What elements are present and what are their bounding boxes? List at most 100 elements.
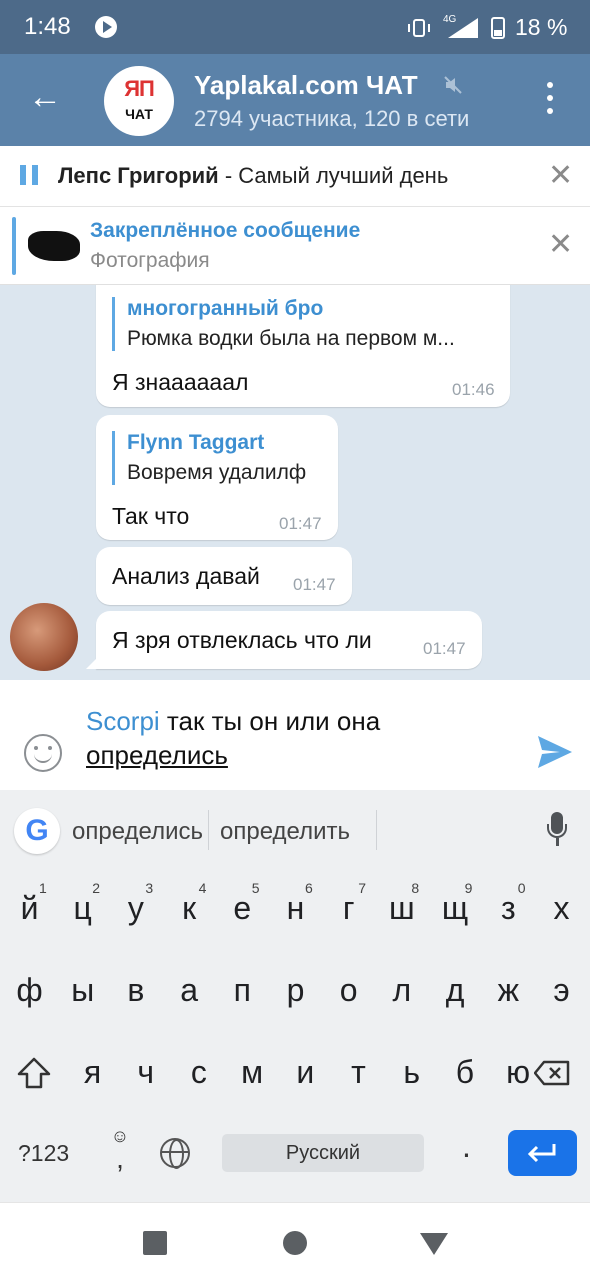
key[interactable]: д <box>429 952 482 1034</box>
key-char: щ <box>441 890 469 926</box>
key[interactable]: ю <box>492 1034 545 1116</box>
key[interactable]: ш8 <box>375 870 428 952</box>
bubble-tail <box>86 655 100 669</box>
mention-text: Scorpi <box>86 706 160 736</box>
key[interactable]: н6 <box>269 870 322 952</box>
key[interactable]: г7 <box>322 870 375 952</box>
close-player-icon[interactable]: ✕ <box>548 158 573 193</box>
reply-quote[interactable]: многогранный бро Рюмка водки была на пер… <box>112 297 455 351</box>
google-logo-icon[interactable]: G <box>14 808 60 854</box>
pause-icon[interactable] <box>20 165 38 185</box>
comma-key[interactable]: ☺ , <box>108 1126 132 1186</box>
key-char: и <box>296 1054 315 1090</box>
key[interactable]: в <box>109 952 162 1034</box>
key[interactable]: п <box>216 952 269 1034</box>
key-char: я <box>83 1054 102 1090</box>
media-playing-icon <box>95 16 117 38</box>
message-text: Анализ давай <box>112 563 260 589</box>
key-hint-number: 2 <box>92 880 100 896</box>
space-key[interactable]: Русский <box>222 1134 424 1172</box>
key[interactable]: у3 <box>109 870 162 952</box>
key[interactable]: а <box>163 952 216 1034</box>
key[interactable]: р <box>269 952 322 1034</box>
suggestion-1[interactable]: определись <box>72 818 203 846</box>
message-bubble[interactable]: Анализ давай 01:47 <box>96 547 352 605</box>
send-icon[interactable] <box>538 736 572 768</box>
chat-messages-area[interactable]: многогранный бро Рюмка водки была на пер… <box>0 285 590 680</box>
shift-icon[interactable] <box>16 1056 52 1090</box>
key-char: к <box>182 890 197 926</box>
globe-icon[interactable] <box>160 1138 190 1169</box>
key[interactable]: к4 <box>163 870 216 952</box>
back-nav-icon[interactable] <box>420 1233 448 1255</box>
pinned-message-bar[interactable]: Закреплённое сообщение Фотография ✕ <box>0 207 590 285</box>
comma-char: , <box>116 1143 124 1174</box>
divider <box>208 810 209 850</box>
music-player-bar[interactable]: Лепс Григорий - Самый лучший день ✕ <box>0 146 590 207</box>
key-hint-number: 0 <box>517 880 526 896</box>
suggestion-2[interactable]: определить <box>220 818 350 846</box>
message-bubble[interactable]: многогранный бро Рюмка водки была на пер… <box>96 285 510 407</box>
key-char: д <box>445 972 465 1008</box>
chat-avatar[interactable]: ЯП ЧАТ <box>104 66 174 136</box>
message-input-line1[interactable]: Scorpi так ты он или она <box>86 706 380 737</box>
enter-key[interactable] <box>508 1130 577 1176</box>
key-char: а <box>180 972 198 1008</box>
key[interactable]: й1 <box>3 870 56 952</box>
key-char: ш <box>389 890 415 926</box>
key[interactable]: о <box>322 952 375 1034</box>
pinned-accent-bar <box>12 217 16 275</box>
microphone-icon[interactable] <box>546 812 568 848</box>
period-key[interactable]: . <box>462 1128 471 1165</box>
keyboard-row-4: ?123 ☺ , Русский . <box>0 1116 590 1198</box>
key[interactable]: ч <box>119 1034 172 1116</box>
message-time: 01:47 <box>293 575 336 594</box>
key[interactable]: ь <box>385 1034 438 1116</box>
battery-percent: 18 % <box>515 14 568 40</box>
key-char: р <box>286 972 305 1008</box>
key-hint-number: 6 <box>305 880 313 896</box>
reply-author: многогранный бро <box>127 297 324 320</box>
message-input-line2[interactable]: определись <box>86 740 228 771</box>
key-char: е <box>233 890 252 926</box>
key-hint-number: 8 <box>411 880 420 896</box>
key[interactable]: ц2 <box>56 870 109 952</box>
key[interactable]: ф <box>3 952 56 1034</box>
sender-avatar[interactable] <box>10 603 78 671</box>
symbols-key[interactable]: ?123 <box>18 1140 69 1167</box>
track-separator: - <box>218 163 239 188</box>
key[interactable]: и <box>279 1034 332 1116</box>
emoji-icon[interactable] <box>24 734 62 772</box>
message-composer[interactable]: Scorpi так ты он или она определись <box>0 680 590 790</box>
back-arrow-icon[interactable]: ← <box>28 80 62 114</box>
close-pinned-icon[interactable]: ✕ <box>548 227 573 262</box>
key[interactable]: с <box>172 1034 225 1116</box>
key[interactable]: б <box>438 1034 491 1116</box>
key[interactable]: т <box>332 1034 385 1116</box>
key-hint-number: 1 <box>39 880 47 896</box>
message-bubble[interactable]: Я зря отвлеклась что ли 01:47 <box>96 611 482 669</box>
key[interactable]: л <box>375 952 428 1034</box>
reply-quote[interactable]: Flynn Taggart Вовремя удалилф <box>112 431 306 485</box>
chat-title[interactable]: Yaplakal.com ЧАТ <box>194 70 418 101</box>
home-icon[interactable] <box>283 1231 307 1255</box>
more-options-icon[interactable] <box>538 82 562 118</box>
key[interactable]: э <box>535 952 588 1034</box>
key[interactable]: ы <box>56 952 109 1034</box>
key-hint-number: 4 <box>198 880 207 896</box>
key[interactable]: х <box>535 870 588 952</box>
key[interactable]: ж <box>482 952 535 1034</box>
message-bubble[interactable]: Flynn Taggart Вовремя удалилф Так что 01… <box>96 415 338 540</box>
on-screen-keyboard[interactable]: G определись определить й1ц2у3к4е5н6г7ш8… <box>0 790 590 1202</box>
key[interactable]: м <box>226 1034 279 1116</box>
key[interactable]: з0 <box>482 870 535 952</box>
now-playing-track[interactable]: Лепс Григорий - Самый лучший день <box>58 163 448 189</box>
recents-icon[interactable] <box>143 1231 167 1255</box>
key[interactable]: е5 <box>216 870 269 952</box>
key[interactable]: я <box>66 1034 119 1116</box>
suggestion-strip: G определись определить <box>0 790 590 866</box>
track-artist: Лепс Григорий <box>58 163 219 188</box>
keyboard-row-3: ячсмит ьбю <box>0 1034 590 1116</box>
key[interactable]: щ9 <box>429 870 482 952</box>
key-char: ф <box>16 972 43 1008</box>
